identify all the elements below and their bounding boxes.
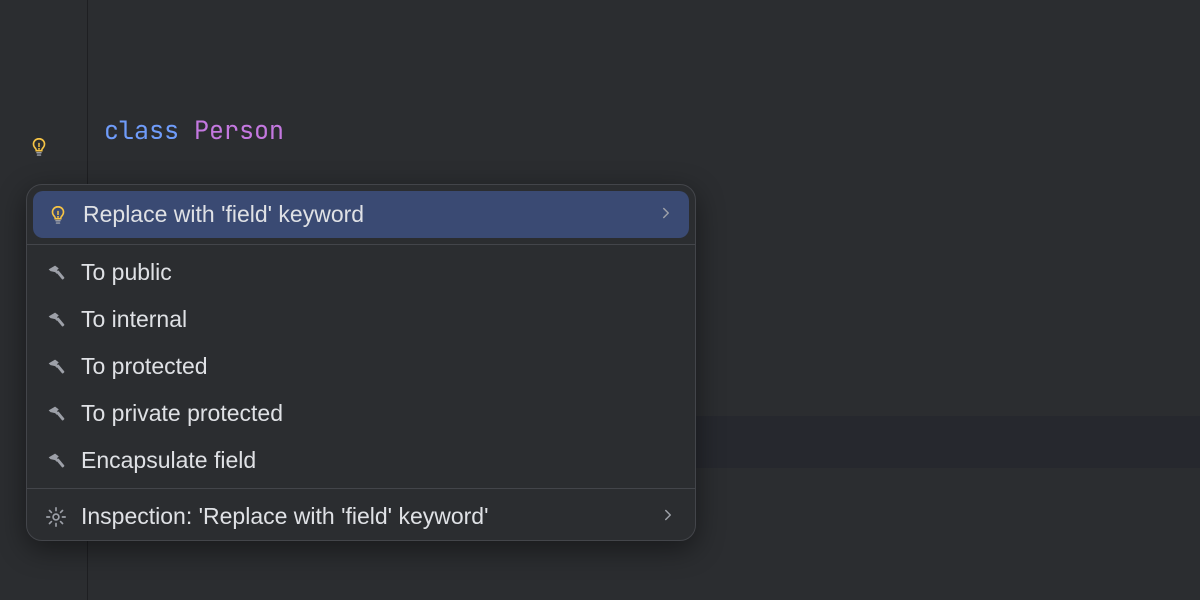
intention-label: To protected <box>81 353 677 380</box>
intention-item[interactable]: To private protected <box>27 390 695 437</box>
intention-label: To internal <box>81 306 677 333</box>
bulb-icon <box>47 204 69 226</box>
chevron-right-icon <box>657 201 675 228</box>
intention-label: Inspection: 'Replace with 'field' keywor… <box>81 503 645 530</box>
intention-item[interactable]: Encapsulate field <box>27 437 695 484</box>
intention-item[interactable]: To internal <box>27 296 695 343</box>
code-line: class Person <box>88 104 1200 156</box>
separator <box>27 488 695 489</box>
intention-item[interactable]: Inspection: 'Replace with 'field' keywor… <box>27 493 695 540</box>
hammer-icon <box>45 356 67 378</box>
hammer-icon <box>45 262 67 284</box>
intention-item[interactable]: To protected <box>27 343 695 390</box>
keyword-class: class <box>104 113 194 147</box>
chevron-right-icon <box>659 503 677 530</box>
bulb-icon[interactable] <box>28 136 50 158</box>
gear-icon <box>45 506 67 528</box>
hammer-icon <box>45 309 67 331</box>
code-line <box>88 572 1200 600</box>
separator <box>27 244 695 245</box>
intention-item[interactable]: To public <box>27 249 695 296</box>
intention-label: Replace with 'field' keyword <box>83 201 643 228</box>
intention-label: Encapsulate field <box>81 447 677 474</box>
intention-label: To public <box>81 259 677 286</box>
hammer-icon <box>45 403 67 425</box>
hammer-icon <box>45 450 67 472</box>
intention-popup[interactable]: Replace with 'field' keyword To public To … <box>26 184 696 541</box>
type-name: Person <box>194 113 284 147</box>
intention-item[interactable]: Replace with 'field' keyword <box>33 191 689 238</box>
intention-label: To private protected <box>81 400 677 427</box>
